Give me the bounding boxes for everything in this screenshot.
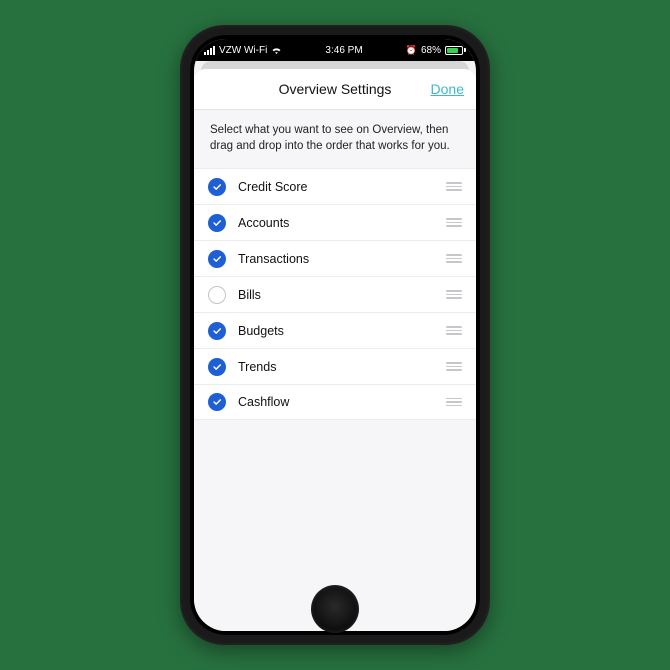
list-item[interactable]: Accounts xyxy=(194,204,476,240)
drag-handle-icon[interactable] xyxy=(446,326,462,335)
battery-pct: 68% xyxy=(421,45,441,56)
list-item[interactable]: Trends xyxy=(194,348,476,384)
item-label: Credit Score xyxy=(238,180,446,194)
item-label: Bills xyxy=(238,288,446,302)
drag-handle-icon[interactable] xyxy=(446,218,462,227)
drag-handle-icon[interactable] xyxy=(446,182,462,191)
list-item[interactable]: Credit Score xyxy=(194,168,476,204)
drag-handle-icon[interactable] xyxy=(446,398,462,407)
instructions-text: Select what you want to see on Overview,… xyxy=(194,109,476,168)
status-time: 3:46 PM xyxy=(325,45,362,56)
signal-icon xyxy=(204,46,215,55)
checkbox-icon[interactable] xyxy=(208,358,226,376)
phone-frame: VZW Wi-Fi 3:46 PM ⏰ 68% xyxy=(180,25,490,645)
alarm-icon: ⏰ xyxy=(406,45,417,56)
item-label: Transactions xyxy=(238,252,446,266)
carrier-label: VZW Wi-Fi xyxy=(219,45,267,56)
sheet-title: Overview Settings xyxy=(279,81,392,97)
status-left: VZW Wi-Fi xyxy=(204,45,282,56)
settings-sheet: Overview Settings Done Select what you w… xyxy=(194,69,476,631)
checkbox-icon[interactable] xyxy=(208,322,226,340)
battery-icon xyxy=(445,46,466,55)
status-bar: VZW Wi-Fi 3:46 PM ⏰ 68% xyxy=(194,39,476,61)
checkbox-icon[interactable] xyxy=(208,214,226,232)
list-item[interactable]: Budgets xyxy=(194,312,476,348)
list-item[interactable]: Transactions xyxy=(194,240,476,276)
home-button[interactable] xyxy=(311,585,359,633)
checkbox-icon[interactable] xyxy=(208,286,226,304)
list-item[interactable]: Bills xyxy=(194,276,476,312)
item-label: Budgets xyxy=(238,324,446,338)
screen: VZW Wi-Fi 3:46 PM ⏰ 68% xyxy=(194,39,476,631)
checkbox-icon[interactable] xyxy=(208,178,226,196)
item-label: Cashflow xyxy=(238,395,446,409)
settings-list: Credit Score Accounts Transactions Bills Bud… xyxy=(194,168,476,420)
drag-handle-icon[interactable] xyxy=(446,254,462,263)
status-right: ⏰ 68% xyxy=(406,45,466,56)
item-label: Trends xyxy=(238,360,446,374)
list-item[interactable]: Cashflow xyxy=(194,384,476,420)
checkbox-icon[interactable] xyxy=(208,250,226,268)
drag-handle-icon[interactable] xyxy=(446,362,462,371)
phone-inner: VZW Wi-Fi 3:46 PM ⏰ 68% xyxy=(190,35,480,635)
checkbox-icon[interactable] xyxy=(208,393,226,411)
battery-fill xyxy=(447,48,458,53)
wifi-icon xyxy=(271,46,282,54)
sheet-header: Overview Settings Done xyxy=(194,69,476,109)
done-button[interactable]: Done xyxy=(431,69,464,109)
drag-handle-icon[interactable] xyxy=(446,290,462,299)
item-label: Accounts xyxy=(238,216,446,230)
